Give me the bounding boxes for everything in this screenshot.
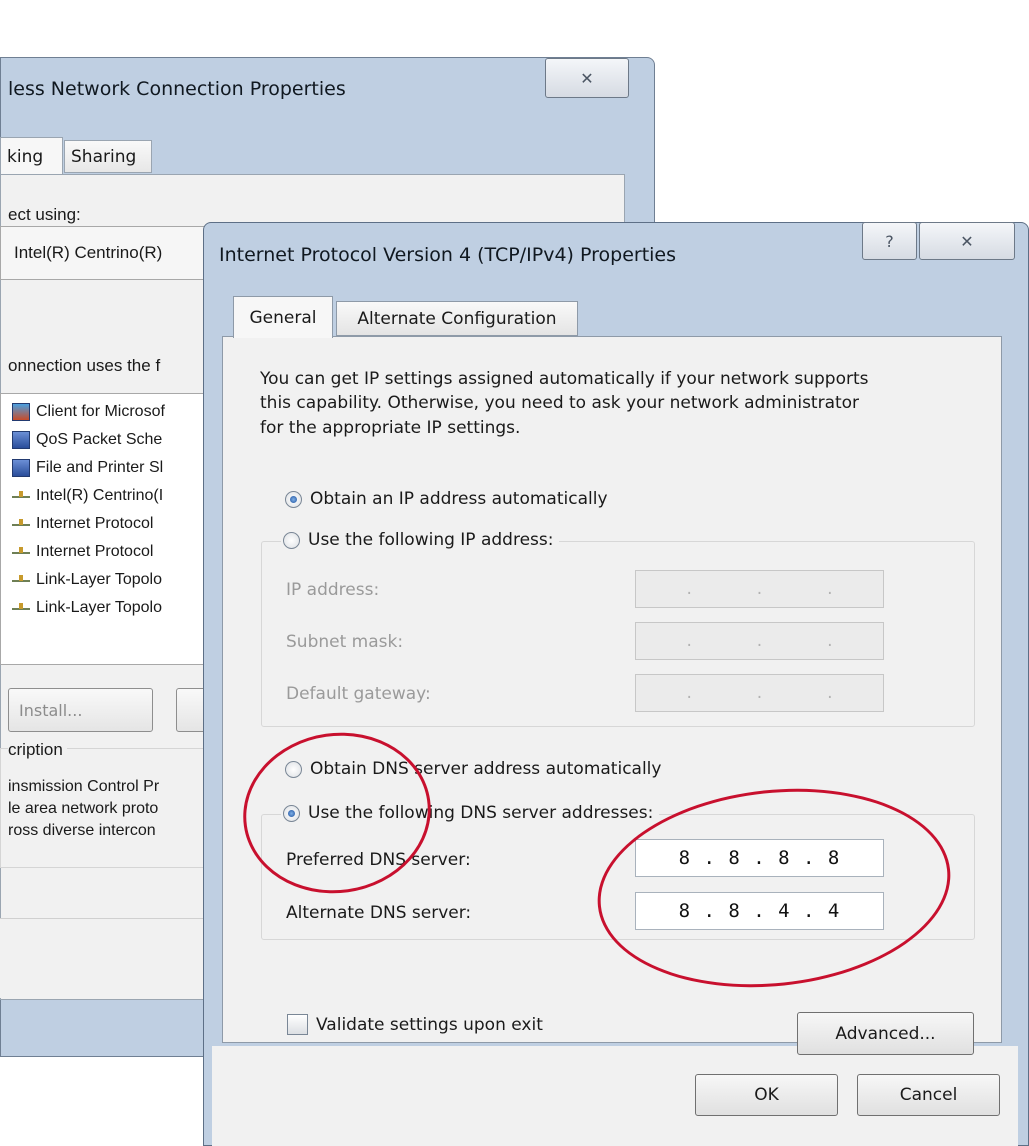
obtain-dns-auto-label: Obtain DNS server address automatically bbox=[310, 759, 662, 779]
radio-selected-icon[interactable] bbox=[283, 804, 300, 822]
list-item-label: Client for Microsof bbox=[36, 403, 165, 420]
use-ip-option[interactable]: Use the following IP address: bbox=[281, 530, 560, 550]
description-text: insmission Control Pr bbox=[8, 778, 160, 795]
list-item[interactable]: Link-Layer Topolo bbox=[12, 594, 162, 622]
list-item-label: File and Printer Sl bbox=[36, 459, 164, 476]
alternate-dns-label: Alternate DNS server: bbox=[286, 903, 472, 923]
back-tab-sharing[interactable]: Sharing bbox=[64, 140, 152, 173]
obtain-dns-auto-option[interactable]: Obtain DNS server address automatically bbox=[285, 759, 661, 779]
subnet-mask-field[interactable]: . . . bbox=[635, 622, 884, 660]
list-item-label: Intel(R) Centrino(I bbox=[36, 487, 164, 504]
intro-text: You can get IP settings assigned automat… bbox=[260, 369, 869, 389]
network-protocol-icon bbox=[12, 519, 30, 529]
computer-icon bbox=[12, 431, 30, 449]
description-text: ross diverse intercon bbox=[8, 822, 156, 839]
checkbox-unchecked-icon[interactable] bbox=[287, 1014, 308, 1035]
ip-separator: . bbox=[827, 683, 833, 703]
list-item[interactable]: QoS Packet Sche bbox=[12, 426, 162, 454]
ip-separator: . bbox=[686, 631, 692, 651]
dialog-title: Internet Protocol Version 4 (TCP/IPv4) P… bbox=[219, 244, 677, 266]
default-gateway-label: Default gateway: bbox=[286, 684, 431, 704]
ip-separator: . bbox=[756, 579, 763, 599]
list-item[interactable]: Client for Microsof bbox=[12, 398, 165, 426]
preferred-dns-field[interactable]: 8 . 8 . 8 . 8 bbox=[635, 839, 884, 877]
intro-text: this capability. Otherwise, you need to … bbox=[260, 393, 860, 413]
subnet-mask-label: Subnet mask: bbox=[286, 632, 404, 652]
back-tab-networking[interactable]: king bbox=[0, 137, 63, 175]
validate-label: Validate settings upon exit bbox=[316, 1014, 543, 1035]
install-button[interactable]: Install... bbox=[8, 688, 153, 732]
list-item[interactable]: Link-Layer Topolo bbox=[12, 566, 162, 594]
back-window-close-button[interactable]: ✕ bbox=[545, 58, 629, 98]
ip-address-label: IP address: bbox=[286, 580, 380, 600]
preferred-dns-label: Preferred DNS server: bbox=[286, 850, 471, 870]
default-gateway-field[interactable]: . . . bbox=[635, 674, 884, 712]
list-item-label: Link-Layer Topolo bbox=[36, 599, 163, 616]
ip-address-field[interactable]: . . . bbox=[635, 570, 884, 608]
close-icon: ✕ bbox=[960, 231, 974, 251]
list-item-label: QoS Packet Sche bbox=[36, 431, 163, 448]
use-ip-label: Use the following IP address: bbox=[308, 530, 554, 550]
list-item-label: Internet Protocol bbox=[36, 543, 154, 560]
ip-separator: . bbox=[686, 579, 692, 599]
help-icon: ? bbox=[885, 231, 894, 251]
obtain-ip-auto-option[interactable]: Obtain an IP address automatically bbox=[285, 489, 608, 509]
validate-option[interactable]: Validate settings upon exit bbox=[287, 1014, 543, 1035]
list-item[interactable]: Intel(R) Centrino(I bbox=[12, 482, 163, 510]
ip-separator: . bbox=[686, 683, 692, 703]
tab-alternate-configuration[interactable]: Alternate Configuration bbox=[336, 301, 578, 336]
network-protocol-icon bbox=[12, 603, 30, 613]
ip-separator: . bbox=[756, 683, 763, 703]
network-protocol-icon bbox=[12, 547, 30, 557]
connect-using-label: ect using: bbox=[8, 205, 81, 224]
radio-unselected-icon[interactable] bbox=[285, 760, 302, 778]
connection-uses-label: onnection uses the f bbox=[8, 356, 161, 375]
advanced-button[interactable]: Advanced... bbox=[797, 1012, 974, 1055]
alternate-dns-field[interactable]: 8 . 8 . 4 . 4 bbox=[635, 892, 884, 930]
description-text: le area network proto bbox=[8, 800, 159, 817]
computer-icon bbox=[12, 459, 30, 477]
ip-separator: . bbox=[827, 631, 833, 651]
use-dns-option[interactable]: Use the following DNS server addresses: bbox=[281, 803, 660, 823]
client-icon bbox=[12, 403, 30, 421]
network-protocol-icon bbox=[12, 491, 30, 501]
ip-separator: . bbox=[756, 631, 763, 651]
help-button[interactable]: ? bbox=[862, 222, 917, 260]
tab-general[interactable]: General bbox=[233, 296, 333, 338]
description-label: cription bbox=[8, 740, 67, 760]
list-item-label: Internet Protocol bbox=[36, 515, 154, 532]
ip-separator: . bbox=[827, 579, 833, 599]
close-icon: ✕ bbox=[580, 68, 594, 88]
network-protocol-icon bbox=[12, 575, 30, 585]
ok-button[interactable]: OK bbox=[695, 1074, 838, 1116]
list-item-label: Link-Layer Topolo bbox=[36, 571, 163, 588]
list-item[interactable]: Internet Protocol bbox=[12, 538, 153, 566]
dialog-close-button[interactable]: ✕ bbox=[919, 222, 1015, 260]
adapter-name: Intel(R) Centrino(R) bbox=[14, 243, 163, 262]
radio-selected-icon[interactable] bbox=[285, 490, 302, 508]
list-item[interactable]: File and Printer Sl bbox=[12, 454, 163, 482]
cancel-button[interactable]: Cancel bbox=[857, 1074, 1000, 1116]
list-item[interactable]: Internet Protocol bbox=[12, 510, 153, 538]
intro-text: for the appropriate IP settings. bbox=[260, 418, 521, 438]
use-dns-label: Use the following DNS server addresses: bbox=[308, 803, 654, 823]
radio-unselected-icon[interactable] bbox=[283, 531, 300, 549]
back-window-title: less Network Connection Properties bbox=[8, 78, 346, 100]
obtain-ip-auto-label: Obtain an IP address automatically bbox=[310, 489, 608, 509]
